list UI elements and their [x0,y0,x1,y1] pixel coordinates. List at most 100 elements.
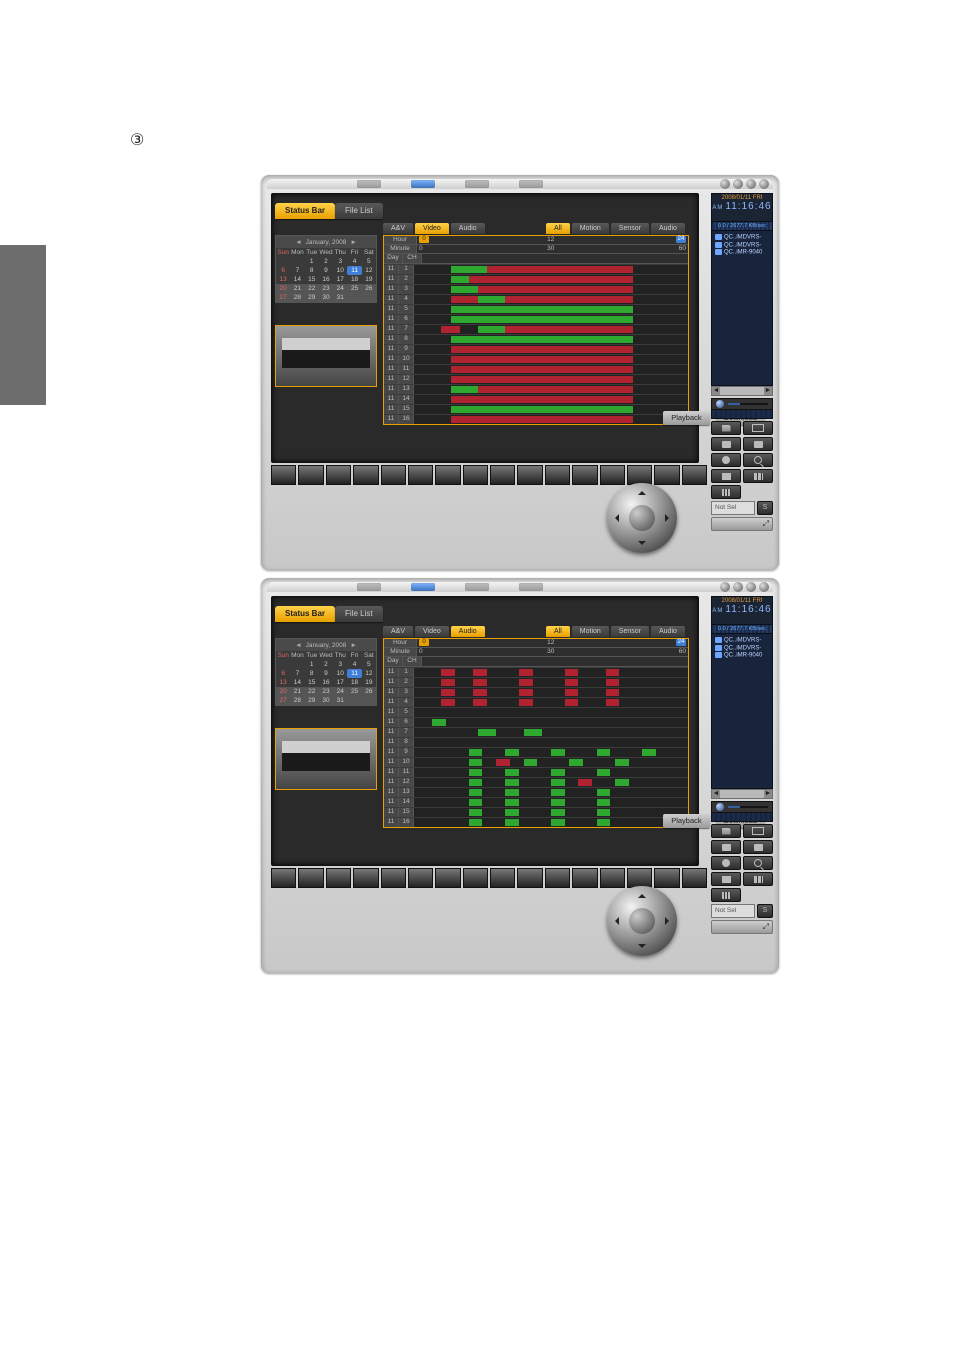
sidebar-document-icon[interactable] [711,421,741,435]
close-icon[interactable] [759,179,769,189]
preset-select[interactable]: Not Sel [711,904,755,918]
calendar-next-icon[interactable]: ► [350,642,356,649]
layout-4-icon[interactable] [743,469,773,483]
minute-mid: 30 [547,245,554,252]
volume-slider[interactable] [711,801,773,813]
calendar[interactable]: ◄ January, 2008 ► SunMonTueWedThuFriSat … [275,638,377,706]
filter-all[interactable]: All [546,223,570,234]
toolbar-icon-3[interactable] [465,180,489,188]
tab-file-list[interactable]: File List [335,203,383,219]
jog-up-icon[interactable] [638,487,646,495]
preview-thumbnail[interactable] [275,325,377,387]
toolbar-icon-1[interactable] [357,583,381,591]
tab-status-bar[interactable]: Status Bar [275,203,335,219]
sidebar-document-icon[interactable] [711,824,741,838]
jog-down-icon[interactable] [638,541,646,549]
toolbar-icon-3[interactable] [465,583,489,591]
timeline-panel[interactable]: Hour 0 12 24 Minute 0 30 60 Day CH [383,638,689,828]
jog-left-icon[interactable] [611,917,619,925]
sidebar-zoom-icon[interactable] [743,453,773,467]
tab-audio[interactable]: Audio [451,223,485,234]
help-icon[interactable] [720,179,730,189]
preset-select[interactable]: Not Sel [711,501,755,515]
calendar-title: January, 2008 [306,642,347,649]
right-sidebar: 2008/01/11 FRI AM11:16:46 0.0 / 2677.7 K… [711,193,773,562]
playback-button[interactable]: Playback [663,411,709,425]
maximize-icon[interactable] [746,582,756,592]
tab-status-bar[interactable]: Status Bar [275,606,335,622]
tab-video[interactable]: Video [415,223,449,234]
jog-dial[interactable] [607,886,677,956]
sidebar-monitor-icon[interactable] [743,421,773,435]
layout-1-icon[interactable] [711,469,741,483]
maximize-icon[interactable] [746,179,756,189]
filter-audio[interactable]: Audio [651,223,685,234]
jog-up-icon[interactable] [638,890,646,898]
calendar-prev-icon[interactable]: ◄ [295,239,301,246]
sidebar-camera-icon[interactable] [743,840,773,854]
tab-video[interactable]: Video [415,626,449,637]
sidebar-disk-icon[interactable] [711,453,741,467]
tab-audio[interactable]: Audio [451,626,485,637]
label-minute: Minute [384,648,417,656]
filter-sensor[interactable]: Sensor [611,223,649,234]
sidebar-print-icon[interactable] [711,840,741,854]
calendar[interactable]: ◄ January, 2008 ► SunMonTueWedThuFriSat … [275,235,377,303]
device-list[interactable]: QC..iMDVRS-QC..iMDVRS-QC..iMR-9040 [711,634,773,789]
jog-right-icon[interactable] [665,514,673,522]
clock-time: 11:16:46 [725,201,771,212]
layout-9-icon[interactable] [711,485,741,499]
clock-panel: 2008/01/11 FRI AM11:16:46 [711,596,773,625]
toolbar-icon-4[interactable] [519,583,543,591]
timeline-panel[interactable]: Hour 0 12 24 Minute 0 30 60 Day CH [383,235,689,425]
filter-all[interactable]: All [546,626,570,637]
tab-file-list[interactable]: File List [335,606,383,622]
toolbar-icon-1[interactable] [357,180,381,188]
expand-button[interactable]: ⤢ [711,517,773,531]
filter-motion[interactable]: Motion [572,223,609,234]
thumbnail-strip[interactable] [271,868,707,888]
layout-4-icon[interactable] [743,872,773,886]
layout-9-icon[interactable] [711,888,741,902]
device-scrollbar[interactable]: ◄► [711,789,773,799]
sidebar-camera-icon[interactable] [743,437,773,451]
sidebar-disk-icon[interactable] [711,856,741,870]
hour-start: 0 [419,236,429,243]
help-icon[interactable] [720,582,730,592]
minimize-icon[interactable] [733,179,743,189]
calendar-prev-icon[interactable]: ◄ [295,642,301,649]
jog-dial[interactable] [607,483,677,553]
toolbar-icon-4[interactable] [519,180,543,188]
playback-button[interactable]: Playback [663,814,709,828]
calendar-next-icon[interactable]: ► [350,239,356,246]
clock-panel: 2008/01/11 FRI AM11:16:46 [711,193,773,222]
layout-1-icon[interactable] [711,872,741,886]
tab-av[interactable]: A&V [383,626,413,637]
close-icon[interactable] [759,582,769,592]
filter-audio[interactable]: Audio [651,626,685,637]
filter-motion[interactable]: Motion [572,626,609,637]
sidebar-print-icon[interactable] [711,437,741,451]
device-list[interactable]: QC..iMDVRS-QC..iMDVRS-QC..iMR-9040 [711,231,773,386]
volume-slider[interactable] [711,398,773,410]
filter-sensor[interactable]: Sensor [611,626,649,637]
preset-go-button[interactable]: S [757,501,773,515]
toolbar-icon-2[interactable] [411,180,435,188]
audio-meter [711,813,773,822]
sidebar-zoom-icon[interactable] [743,856,773,870]
hour-start: 0 [419,639,429,646]
device-scrollbar[interactable]: ◄► [711,386,773,396]
expand-button[interactable]: ⤢ [711,920,773,934]
sidebar-monitor-icon[interactable] [743,824,773,838]
preview-thumbnail[interactable] [275,728,377,790]
label-minute: Minute [384,245,417,253]
toolbar-icon-2[interactable] [411,583,435,591]
minimize-icon[interactable] [733,582,743,592]
jog-right-icon[interactable] [665,917,673,925]
jog-left-icon[interactable] [611,514,619,522]
preset-go-button[interactable]: S [757,904,773,918]
tab-av[interactable]: A&V [383,223,413,234]
screenshot-video-mode: Status Bar File List ◄ January, 2008 ► S… [261,175,779,570]
jog-down-icon[interactable] [638,944,646,952]
thumbnail-strip[interactable] [271,465,707,485]
